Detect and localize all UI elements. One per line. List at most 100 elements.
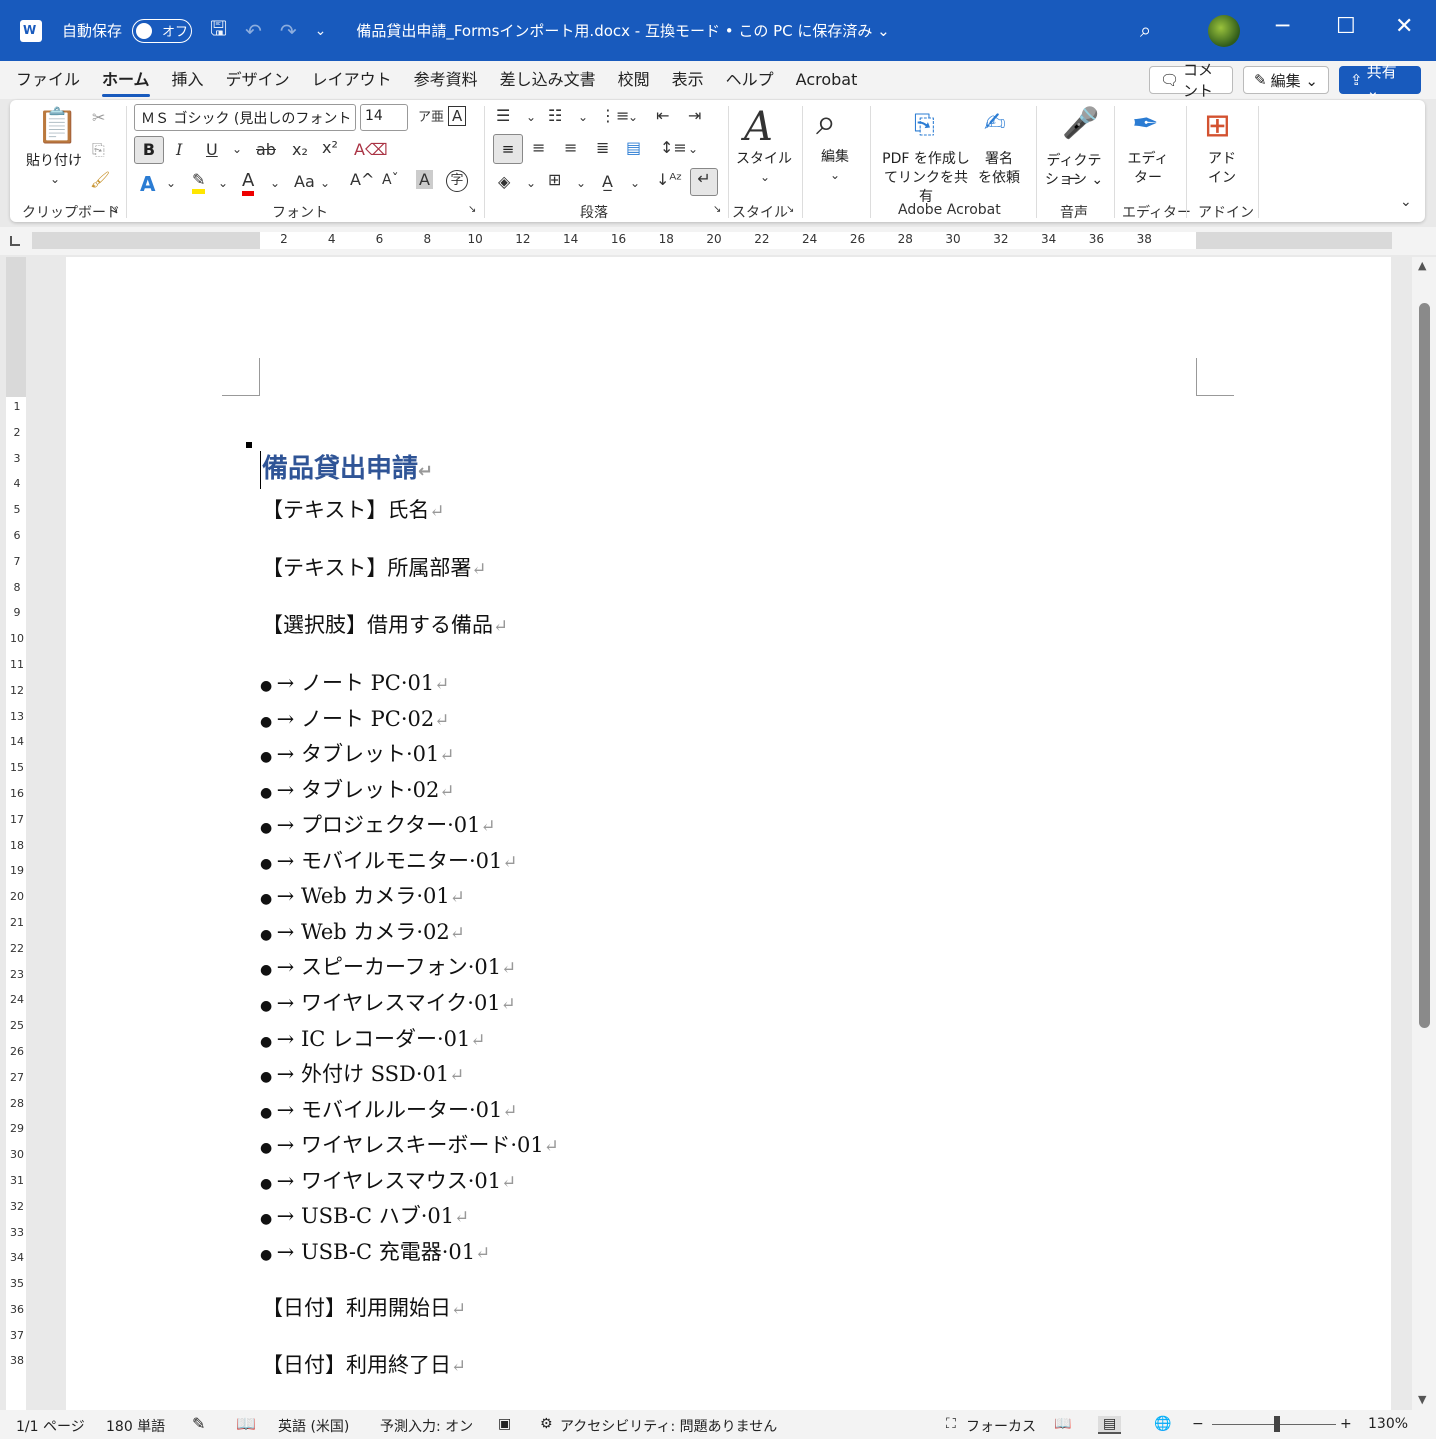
multilevel-dropdown-icon[interactable]: ⌄ (628, 110, 638, 124)
maximize-icon[interactable]: ☐ (1336, 14, 1356, 39)
clipboard-launcher-icon[interactable]: ↘ (110, 204, 118, 215)
bold-button[interactable]: B (134, 136, 164, 164)
asian-layout-dropdown-icon[interactable]: ⌄ (630, 176, 640, 190)
scroll-down-icon[interactable]: ▼ (1418, 1393, 1426, 1406)
sort-icon[interactable]: ↓ᴬᶻ (656, 170, 682, 189)
increase-indent-icon[interactable]: ⇥ (688, 106, 701, 125)
redo-icon[interactable]: ↷ (280, 19, 297, 43)
find-icon[interactable]: ⌕ (816, 102, 836, 144)
web-layout-icon[interactable]: 🌐 (1154, 1416, 1171, 1432)
shading-icon[interactable]: ◈ (498, 172, 510, 191)
shrink-font-icon[interactable]: Aˇ (382, 172, 399, 188)
language[interactable]: 英語 (米国) (278, 1416, 349, 1436)
paragraph-launcher-icon[interactable]: ↘ (713, 204, 721, 215)
align-left-button[interactable]: ≡ (493, 134, 523, 164)
pdf-share-icon[interactable]: ⎘ (914, 110, 935, 141)
tab-acrobat[interactable]: Acrobat (796, 61, 858, 99)
minimize-icon[interactable]: ─ (1276, 14, 1289, 39)
bullets-icon[interactable]: ☰ (496, 106, 510, 125)
align-center-icon[interactable]: ≡ (532, 138, 545, 157)
request-sign-icon[interactable]: ✍ (984, 108, 1006, 138)
pdf-share-label-1[interactable]: PDF を作成し (878, 150, 974, 169)
cut-icon[interactable]: ✂ (92, 108, 105, 127)
tab-layout[interactable]: レイアウト (312, 61, 392, 99)
list-item[interactable]: ● → プロジェクター·01↵ (260, 809, 496, 839)
tab-help[interactable]: ヘルプ (726, 61, 774, 99)
editing-dropdown-icon[interactable]: ⌄ (830, 168, 840, 182)
multilevel-list-icon[interactable]: ⋮≡ (600, 106, 629, 125)
styles-dropdown-icon[interactable]: ⌄ (760, 170, 770, 184)
zoom-slider-thumb[interactable] (1274, 1416, 1280, 1432)
list-item[interactable]: ● → ノート PC·02↵ (260, 703, 449, 733)
save-icon[interactable]: 🖫 (210, 14, 227, 48)
date-field-paragraph[interactable]: 【日付】利用開始日↵ (262, 1292, 466, 1322)
request-sign-label-2[interactable]: を依頼 (974, 169, 1024, 188)
addins-icon[interactable]: ⊞ (1204, 106, 1231, 144)
zoom-in-icon[interactable]: + (1340, 1416, 1352, 1432)
accessibility-status[interactable]: アクセシビリティ: 問題ありません (560, 1416, 777, 1436)
change-case-icon[interactable]: Aa (294, 172, 315, 191)
styles-label[interactable]: スタイル (736, 150, 792, 169)
show-marks-button[interactable]: ↵ (690, 168, 718, 196)
microphone-icon[interactable]: 🎤 (1062, 106, 1099, 141)
track-changes-icon[interactable]: ▣ (498, 1416, 511, 1432)
tab-home[interactable]: ホーム (102, 61, 150, 99)
print-layout-icon[interactable]: ▤ (1098, 1416, 1122, 1434)
proofing-icon[interactable]: ✎ (192, 1414, 205, 1433)
list-item[interactable]: ● → Web カメラ·02↵ (260, 916, 465, 946)
font-color-icon[interactable]: A (242, 170, 255, 196)
list-item[interactable]: ● → IC レコーダー·01↵ (260, 1023, 485, 1053)
editor-label-2[interactable]: ター (1122, 169, 1174, 188)
tab-insert[interactable]: 挿入 (172, 61, 204, 99)
font-launcher-icon[interactable]: ↘ (468, 204, 476, 215)
avatar[interactable] (1208, 15, 1240, 47)
page-count[interactable]: 1/1 ページ (16, 1416, 85, 1436)
paste-dropdown-icon[interactable]: ⌄ (50, 172, 60, 186)
addins-label-2[interactable]: イン (1196, 169, 1248, 188)
list-item[interactable]: ● → ノート PC·01↵ (260, 667, 449, 697)
dictate-label-2[interactable]: ション ⌄ (1044, 171, 1104, 190)
list-item[interactable]: ● → ワイヤレスキーボード·01↵ (260, 1129, 559, 1159)
align-right-icon[interactable]: ≡ (564, 138, 577, 157)
zoom-level[interactable]: 130% (1368, 1416, 1408, 1432)
list-item[interactable]: ● → 外付け SSD·01↵ (260, 1058, 464, 1088)
tab-design[interactable]: デザイン (226, 61, 290, 99)
styles-icon[interactable]: A (744, 104, 773, 150)
change-case-dropdown-icon[interactable]: ⌄ (320, 176, 330, 190)
scrollbar-thumb[interactable] (1419, 303, 1430, 1028)
list-item[interactable]: ● → モバイルモニター·01↵ (260, 845, 517, 875)
document-title[interactable]: 備品貸出申請_Formsインポート用.docx - 互換モード • この PC … (356, 20, 889, 41)
enclose-char-icon[interactable]: 字 (446, 170, 468, 192)
share-button[interactable]: ⇪ 共有 ⌄ (1339, 63, 1421, 100)
copy-icon[interactable]: ⎘ (92, 140, 105, 160)
subscript-button[interactable]: x₂ (292, 140, 308, 159)
list-item[interactable]: ● → タブレット·01↵ (260, 738, 454, 768)
editing-label[interactable]: 編集 (810, 148, 860, 167)
addins-label-1[interactable]: アド (1196, 150, 1248, 169)
comment-button[interactable]: 🗨 コメント (1149, 61, 1233, 100)
autosave-toggle[interactable]: オフ (132, 18, 193, 43)
borders-icon[interactable]: ⊞ (548, 170, 561, 189)
customize-qat-icon[interactable]: ⌄ (315, 23, 327, 39)
shading-dropdown-icon[interactable]: ⌄ (526, 176, 536, 190)
clear-format-icon[interactable]: A⌫ (354, 140, 388, 159)
text-effects-icon[interactable]: A (140, 172, 155, 196)
char-border-icon[interactable]: A (448, 106, 467, 126)
undo-icon[interactable]: ↶ (245, 19, 262, 43)
line-spacing-dropdown-icon[interactable]: ⌄ (688, 142, 698, 156)
close-icon[interactable]: ✕ (1395, 14, 1413, 39)
list-item[interactable]: ● → タブレット·02↵ (260, 774, 454, 804)
list-item[interactable]: ● → Web カメラ·01↵ (260, 880, 465, 910)
word-count[interactable]: 180 単語 (106, 1416, 165, 1436)
asian-layout-icon[interactable]: A̲ (602, 172, 613, 191)
predictive-input[interactable]: 予測入力: オン (380, 1416, 473, 1436)
style-launcher-icon[interactable]: ↘ (786, 204, 794, 215)
date-field-paragraph[interactable]: 【日付】利用終了日↵ (262, 1349, 466, 1379)
zoom-out-icon[interactable]: − (1192, 1416, 1204, 1432)
numbering-icon[interactable]: ☷ (548, 106, 562, 125)
superscript-button[interactable]: x² (322, 138, 338, 157)
highlight-icon[interactable]: ✎ (192, 170, 206, 194)
tab-selector-icon[interactable] (10, 236, 20, 246)
tab-mailings[interactable]: 差し込み文書 (500, 61, 596, 99)
read-aloud-icon[interactable]: 📖 (236, 1414, 256, 1433)
